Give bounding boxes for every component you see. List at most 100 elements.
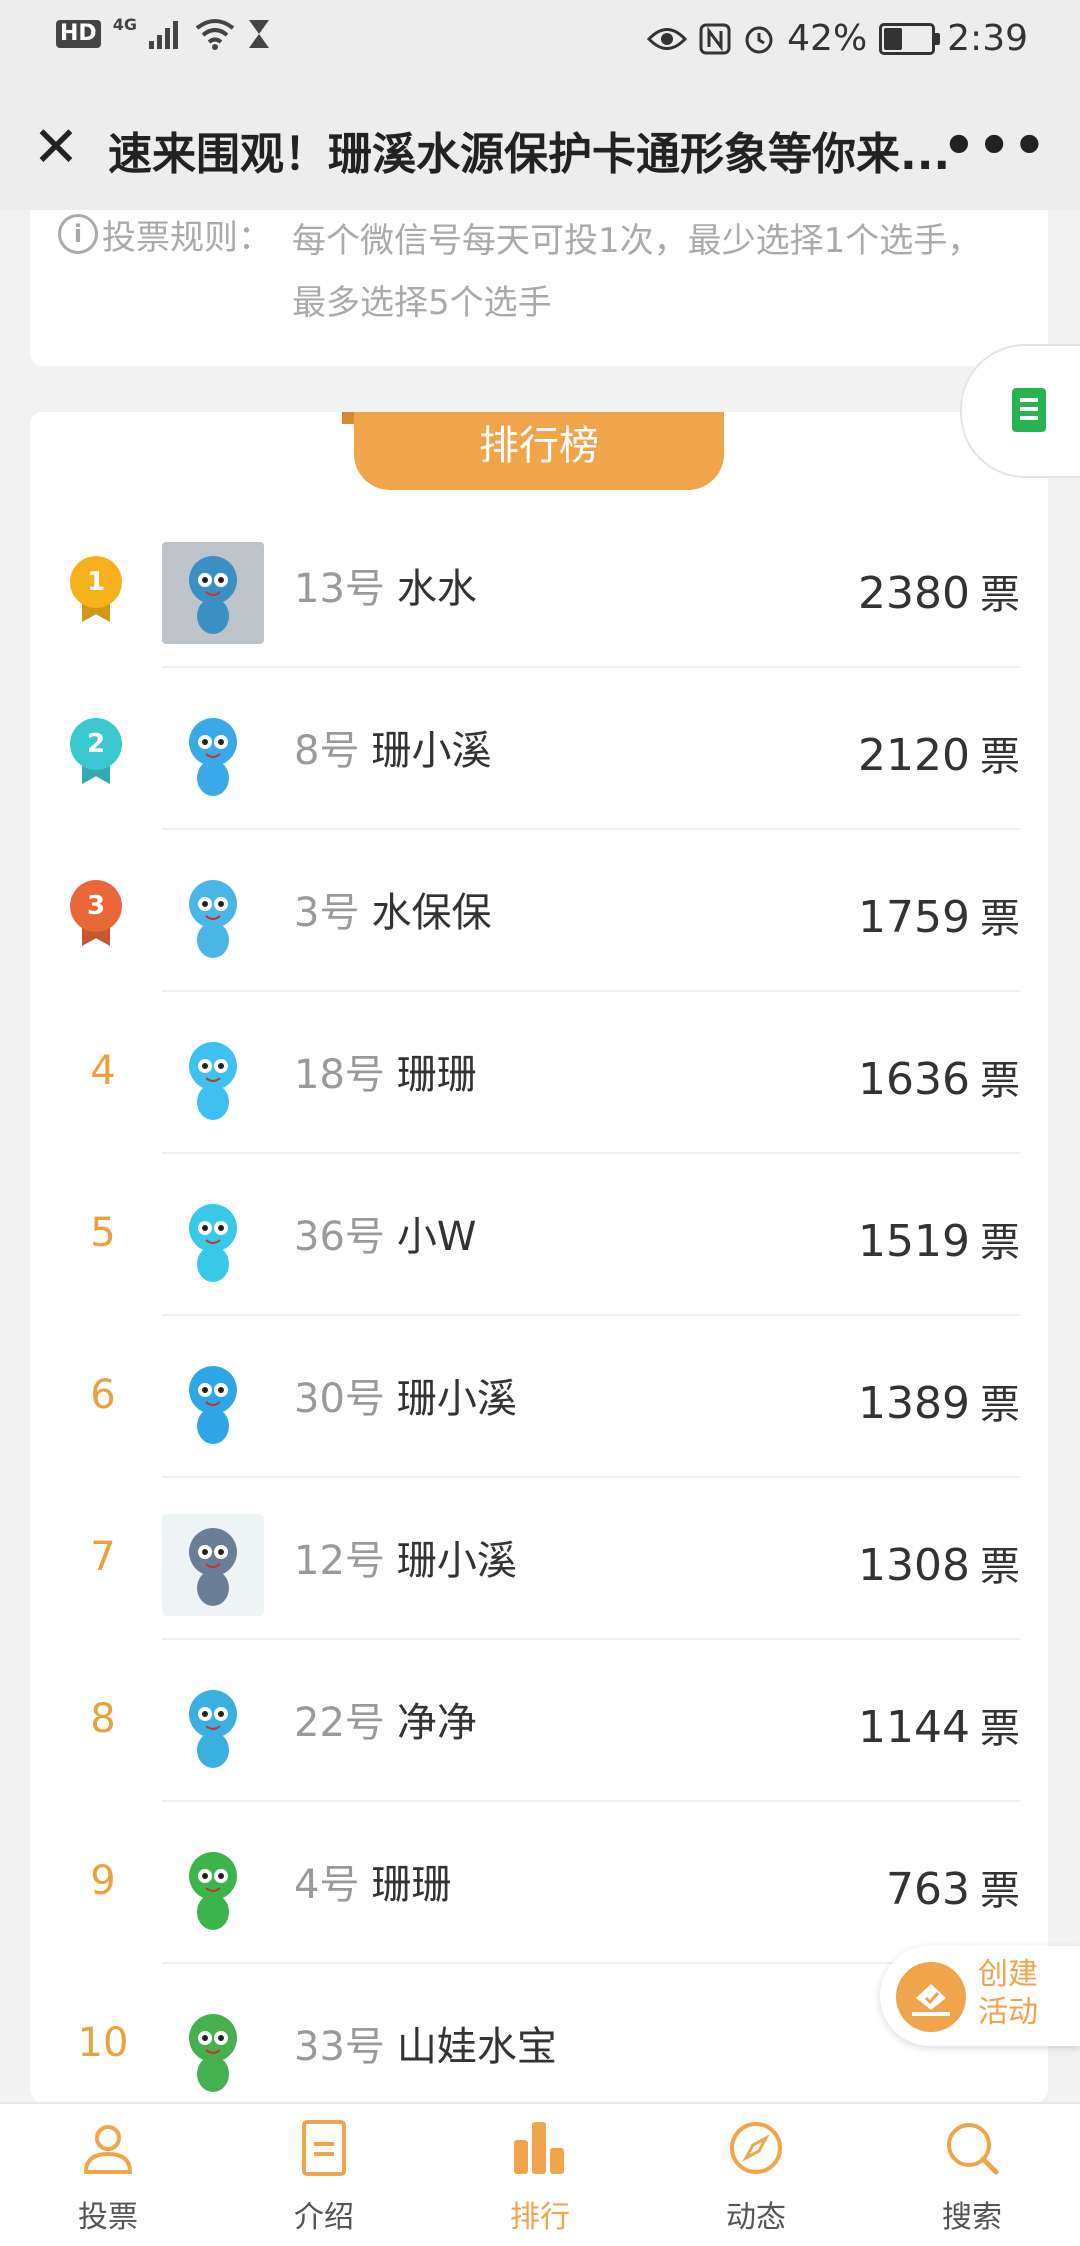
vote-number: 763 [886,1864,970,1915]
contestant-name: 4号 珊珊 [294,1852,451,1910]
nav-item-vote[interactable]: 投票 [0,2104,216,2246]
vote-unit: 票 [980,1220,1020,1266]
contestant-name: 30号 珊小溪 [294,1366,517,1424]
vote-count: 1519 票 [858,1210,1020,1268]
contestant-number: 22号 [294,1700,385,1746]
hourglass-icon [248,20,269,48]
title-bar: ✕ 速来围观！珊溪水源保护卡通形象等你来... ••• [0,80,1080,210]
medal-icon: 3 [70,880,122,950]
vote-number: 1519 [858,1216,970,1267]
contestant-name: 18号 珊珊 [294,1042,477,1100]
mascot-avatar[interactable] [162,1190,264,1292]
mascot-avatar[interactable] [162,1676,264,1778]
page-title: 速来围观！珊溪水源保护卡通形象等你来... [108,129,951,180]
contestant-number: 30号 [294,1376,385,1422]
mascot-avatar[interactable] [162,866,264,968]
close-icon[interactable]: ✕ [28,120,84,176]
ranking-row[interactable]: 2 8号 珊小溪 2120 票 [30,668,1048,830]
vote-count: 2120 票 [858,724,1020,782]
vote-number: 2120 [858,730,970,781]
mascot-avatar[interactable] [162,2000,264,2102]
ranking-row[interactable]: 3 3号 水保保 1759 票 [30,830,1048,992]
rank-number: 3 [70,880,122,932]
nav-item-ranking[interactable]: 排行 [432,2104,648,2246]
clock: 2:39 [947,18,1028,59]
document-icon [1012,388,1046,432]
vote-number: 1636 [858,1054,970,1105]
more-icon[interactable]: ••• [942,116,1048,176]
ranking-row[interactable]: 5 36号 小W 1519 票 [30,1154,1048,1316]
contestant-number: 3号 [294,890,360,936]
vote-count: 1759 票 [858,886,1020,944]
mascot-avatar[interactable] [162,542,264,644]
nav-item-intro[interactable]: 介绍 [216,2104,432,2246]
rank-number: 1 [70,556,122,608]
contestant-name: 36号 小W [294,1204,476,1262]
vote-count: 1308 票 [858,1534,1020,1592]
vote-unit: 票 [980,734,1020,780]
vote-count: 1636 票 [858,1048,1020,1106]
vote-unit: 票 [980,572,1020,618]
contestant-number: 8号 [294,728,360,774]
signal-icon [148,21,178,49]
vote-number: 1389 [858,1378,970,1429]
create-activity-label: 创建活动 [978,1957,1038,2030]
rank-number: 6 [90,1372,116,1418]
vote-count: 1389 票 [858,1372,1020,1430]
mascot-avatar[interactable] [162,1838,264,1940]
bar-chart-icon [514,2122,564,2174]
ranking-row[interactable]: 6 30号 珊小溪 1389 票 [30,1316,1048,1478]
medal-icon: 1 [70,556,122,626]
compass-icon [730,2122,782,2174]
network-type: 4G [112,14,137,34]
voting-rules-card: i 投票规则： 每个微信号每天可投1次，最少选择1个选手，最多选择5个选手 [30,210,1048,366]
vote-unit: 票 [980,1058,1020,1104]
medal-icon: 2 [70,718,122,788]
document-icon [302,2120,346,2176]
contestant-label: 净净 [396,1700,477,1746]
contestant-label: 珊小溪 [396,1538,517,1584]
ranking-row[interactable]: 1 13号 水水 2380 票 [30,506,1048,668]
rank-number: 10 [77,2020,129,2066]
mascot-avatar[interactable] [162,1028,264,1130]
contestant-name: 3号 水保保 [294,880,491,938]
contestant-name: 33号 山娃水宝 [294,2014,557,2072]
vote-count: 2380 票 [858,562,1020,620]
bottom-navigation: 投票 介绍 排行 动态 搜索 [0,2102,1080,2246]
nav-item-search[interactable]: 搜索 [864,2104,1080,2246]
mascot-avatar[interactable] [162,1352,264,1454]
ranking-row[interactable]: 8 22号 净净 1144 票 [30,1640,1048,1802]
vote-unit: 票 [980,1382,1020,1428]
create-activity-button[interactable]: 创建活动 [880,1946,1080,2046]
floating-document-button[interactable] [960,344,1080,478]
nav-label-search: 搜索 [942,2200,1002,2235]
ranking-row[interactable]: 4 18号 珊珊 1636 票 [30,992,1048,1154]
hd-indicator: HD [56,20,101,48]
contestant-number: 33号 [294,2024,385,2070]
mascot-avatar[interactable] [162,1514,264,1616]
rules-text: 每个微信号每天可投1次，最少选择1个选手，最多选择5个选手 [292,221,982,323]
nav-item-news[interactable]: 动态 [648,2104,864,2246]
rank-number: 2 [70,718,122,770]
ranking-row[interactable]: 7 12号 珊小溪 1308 票 [30,1478,1048,1640]
nav-label-vote: 投票 [78,2200,138,2235]
contestant-label: 珊小溪 [371,728,492,774]
ranking-row[interactable]: 9 4号 珊珊 763 票 [30,1802,1048,1964]
contestant-name: 12号 珊小溪 [294,1528,517,1586]
contestant-number: 13号 [294,566,385,612]
mascot-avatar[interactable] [162,704,264,806]
eye-icon [647,27,688,50]
rank-number: 4 [90,1048,116,1094]
user-icon [83,2125,133,2174]
rules-label: 投票规则： [102,218,272,258]
contestant-label: 小W [396,1214,477,1260]
vote-number: 1308 [858,1540,970,1591]
ranking-tab: 排行榜 [342,412,724,490]
vote-unit: 票 [980,1868,1020,1914]
rank-number: 9 [90,1858,116,1904]
contestant-label: 水保保 [371,890,492,936]
vote-number: 1759 [858,892,970,943]
contestant-label: 水水 [396,566,477,612]
vote-count: 1144 票 [858,1696,1020,1754]
create-activity-icon [896,1962,966,2032]
